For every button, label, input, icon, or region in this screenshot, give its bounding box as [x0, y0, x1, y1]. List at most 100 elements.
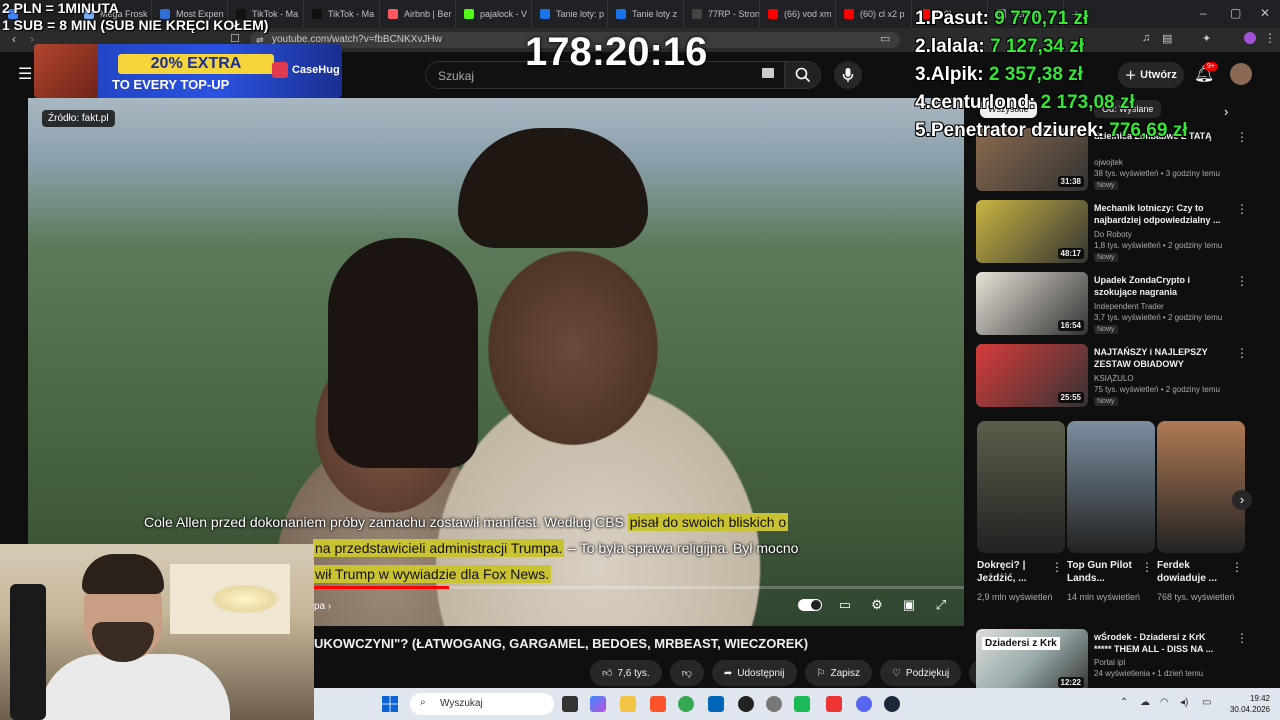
more-options-icon[interactable]: ⋮ [1051, 560, 1063, 574]
leaderboard-row: 5.Penetrator dziurek: 776,69 zł [915, 120, 1187, 142]
chips-next-icon[interactable]: › [1224, 104, 1228, 119]
theater-mode-icon[interactable]: ▣ [900, 598, 918, 612]
chapter-label[interactable]: pa › [314, 601, 331, 612]
fullscreen-icon[interactable]: ⤢ [932, 598, 950, 612]
taskbar-search-input[interactable]: ⌕ Wyszukaj [410, 693, 554, 715]
short-title[interactable]: Ferdek dowiaduje ... [1157, 559, 1229, 585]
search-placeholder: Szukaj [438, 69, 475, 83]
short-thumbnail[interactable] [1067, 421, 1155, 553]
keyboard-icon[interactable] [762, 68, 774, 78]
leaderboard-name: Pasut: [930, 8, 989, 29]
wifi-icon[interactable]: ◠ [1160, 697, 1169, 708]
save-button[interactable]: ⚐ Zapisz [804, 660, 872, 686]
video-title: UKOWCZYNI"? (ŁATWOGANG, GARGAMEL, BEDOES… [314, 636, 809, 651]
more-options-icon[interactable]: ⋮ [1141, 560, 1153, 574]
more-options-icon[interactable]: ⋮ [1236, 274, 1248, 288]
leaderboard-row: 1.Pasut: 9 770,71 zł [915, 8, 1088, 30]
browser-tab[interactable]: Tanie loty z [608, 0, 684, 28]
recommendation-item[interactable]: 25:55 NAJTAŃSZY i NAJLEPSZY ZESTAW OBIADO… [976, 344, 1248, 408]
browser-tab[interactable]: TikTok - Ma [304, 0, 380, 28]
store-icon[interactable] [708, 696, 724, 712]
treasure-chest-icon [34, 44, 98, 98]
close-icon[interactable]: ✕ [1260, 6, 1270, 20]
recommendation-item[interactable]: Dziadersi z Krk 12:22 wŚrodek - Dziaders… [976, 629, 1248, 693]
file-explorer-icon[interactable] [620, 696, 636, 712]
cloud-icon[interactable]: ☁ [1140, 697, 1150, 708]
recommendation-item[interactable]: 48:17 Mechanik lotniczy: Czy to najbardzi… [976, 200, 1248, 264]
back-icon[interactable]: ‹ [12, 32, 16, 46]
share-label: Udostępnij [737, 667, 785, 679]
steam-icon[interactable] [884, 696, 900, 712]
obs-icon[interactable] [738, 696, 754, 712]
thumbs-up-icon: 👍︎ [602, 668, 613, 679]
share-button[interactable]: ➦ Udostępnij [711, 660, 797, 686]
recommendation-item[interactable]: 16:54 Upadek ZondaCrypto i szokujące nagr… [976, 272, 1248, 336]
like-button[interactable]: 👍︎ 7,6 tys. [590, 660, 662, 686]
browser-tab[interactable]: (60) cl x2 p [836, 0, 912, 28]
bookmark-save-icon: ⚐ [816, 667, 826, 679]
voice-search-button[interactable] [834, 61, 862, 89]
leaderboard-amount: 2 357,38 zł [988, 64, 1083, 85]
short-views: 14 mln wyświetleń [1067, 592, 1141, 602]
settings-gear-icon[interactable]: ⚙ [868, 598, 886, 612]
puzzle-icon[interactable]: ✦ [1202, 32, 1211, 45]
short-title[interactable]: Dokręci? | Jeżdżić, ... [977, 559, 1049, 585]
recommendation-title: wŚrodek - Dziadersi z KrK ***** THEM ALL… [1094, 632, 1214, 654]
recommendation-meta: 38 tys. wyświetleń • 3 godziny temu [1094, 169, 1220, 178]
duration-badge: 16:54 [1057, 320, 1084, 331]
shorts-next-icon[interactable]: › [1232, 490, 1252, 510]
new-badge: Nowy [1094, 325, 1118, 334]
brave-icon[interactable] [650, 696, 666, 712]
settings-icon[interactable] [766, 696, 782, 712]
discord-icon[interactable] [856, 696, 872, 712]
search-icon [795, 67, 811, 83]
tab-favicon-icon [692, 9, 702, 19]
task-view-icon[interactable] [562, 696, 578, 712]
browser-tab[interactable]: 77RP - Stron [684, 0, 760, 28]
webcam-microphone [10, 584, 46, 720]
subtitle-line-2-plain: – To była sprawa religijna. Był mocno [564, 540, 799, 556]
windows-start-icon[interactable] [382, 696, 398, 712]
more-options-icon[interactable]: ⋮ [1236, 202, 1248, 216]
maximize-icon[interactable]: ▢ [1230, 6, 1241, 20]
battery-icon[interactable]: ▭ [1202, 697, 1211, 708]
copilot-icon[interactable] [590, 696, 606, 712]
spotify-icon[interactable] [794, 696, 810, 712]
menu-dots-icon[interactable]: ⋮ [1264, 31, 1276, 45]
browser-tab[interactable]: Airbnb | Ber [380, 0, 456, 28]
volume-icon[interactable]: ◂) [1180, 697, 1188, 708]
tray-up-icon[interactable]: ⌃ [1120, 697, 1128, 708]
leaderboard-name: Penetrator dziurek: [930, 120, 1105, 141]
subtitles-icon[interactable]: ▭ [836, 598, 854, 612]
more-options-icon[interactable]: ⋮ [1236, 631, 1248, 645]
more-options-icon[interactable]: ⋮ [1236, 346, 1248, 360]
browser-tab[interactable]: Tanie loty: p [532, 0, 608, 28]
create-button[interactable]: ＋ Utwórz [1118, 62, 1184, 88]
music-icon[interactable]: ♫ [1142, 32, 1150, 44]
plus-icon: ＋ [1125, 70, 1137, 82]
cast-icon[interactable]: ▭ [880, 32, 890, 45]
more-options-icon[interactable]: ⋮ [1231, 560, 1243, 574]
thanks-button[interactable]: ♡ Podziękuj [879, 660, 962, 686]
taskbar-clock[interactable]: 19:42 30.04.2026 [1222, 693, 1270, 715]
dislike-button[interactable]: 👎︎ [669, 660, 704, 686]
minimize-icon[interactable]: – [1200, 6, 1207, 20]
chrome-icon[interactable] [678, 696, 694, 712]
webcam-streamer-body [40, 654, 230, 720]
brave-active-icon[interactable] [826, 696, 842, 712]
short-title[interactable]: Top Gun Pilot Lands... [1067, 559, 1139, 585]
short-thumbnail[interactable] [1157, 421, 1245, 553]
avatar[interactable] [1230, 63, 1252, 85]
short-thumbnail[interactable] [977, 421, 1065, 553]
browser-tab[interactable]: (66) vod xm [760, 0, 836, 28]
browser-tab[interactable]: pajalock - V [456, 0, 532, 28]
profile-icon[interactable] [1244, 32, 1256, 44]
hamburger-icon[interactable]: ☰ [18, 64, 32, 84]
autoplay-toggle[interactable] [798, 599, 822, 611]
more-options-icon[interactable]: ⋮ [1236, 130, 1248, 144]
recommendation-thumbnail: 25:55 [976, 344, 1088, 407]
tab-label: (60) cl x2 p [860, 9, 905, 19]
casehug-ad-banner: 20% EXTRA TO EVERY TOP-UP CaseHug [34, 44, 342, 98]
extension-icon[interactable]: ▤ [1162, 32, 1172, 45]
search-button[interactable] [785, 61, 821, 89]
